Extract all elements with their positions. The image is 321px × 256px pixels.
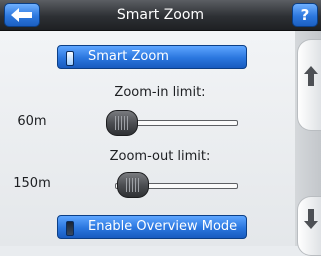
zoom-out-slider-thumb[interactable] <box>117 172 149 198</box>
toggle-on-indicator <box>66 51 74 66</box>
smart-zoom-label: Smart Zoom <box>88 49 169 64</box>
scroll-up-button[interactable] <box>297 39 321 131</box>
zoom-in-caption: Zoom-in limit: <box>114 85 206 100</box>
overview-mode-toggle[interactable]: Enable Overview Mode <box>57 215 247 239</box>
help-button[interactable]: ? <box>292 3 318 27</box>
grip-icon <box>115 116 129 130</box>
zoom-out-value: 150m <box>13 176 51 191</box>
arrow-left-icon <box>11 8 32 22</box>
zoom-in-value: 60m <box>17 114 47 129</box>
overview-mode-label: Enable Overview Mode <box>88 219 238 234</box>
scroll-column <box>295 31 321 256</box>
title-bar: Smart Zoom ? <box>0 0 321 31</box>
arrow-down-icon <box>304 209 318 229</box>
scroll-down-button[interactable] <box>297 196 321 256</box>
smart-zoom-toggle[interactable]: Smart Zoom <box>57 45 247 69</box>
grip-icon <box>126 178 140 192</box>
help-icon: ? <box>300 6 310 24</box>
zoom-out-caption: Zoom-out limit: <box>109 149 211 164</box>
toggle-off-indicator <box>66 221 74 236</box>
zoom-in-slider-thumb[interactable] <box>106 110 138 136</box>
arrow-up-icon <box>304 66 318 86</box>
page-title: Smart Zoom <box>116 7 205 23</box>
back-button[interactable] <box>4 3 40 27</box>
